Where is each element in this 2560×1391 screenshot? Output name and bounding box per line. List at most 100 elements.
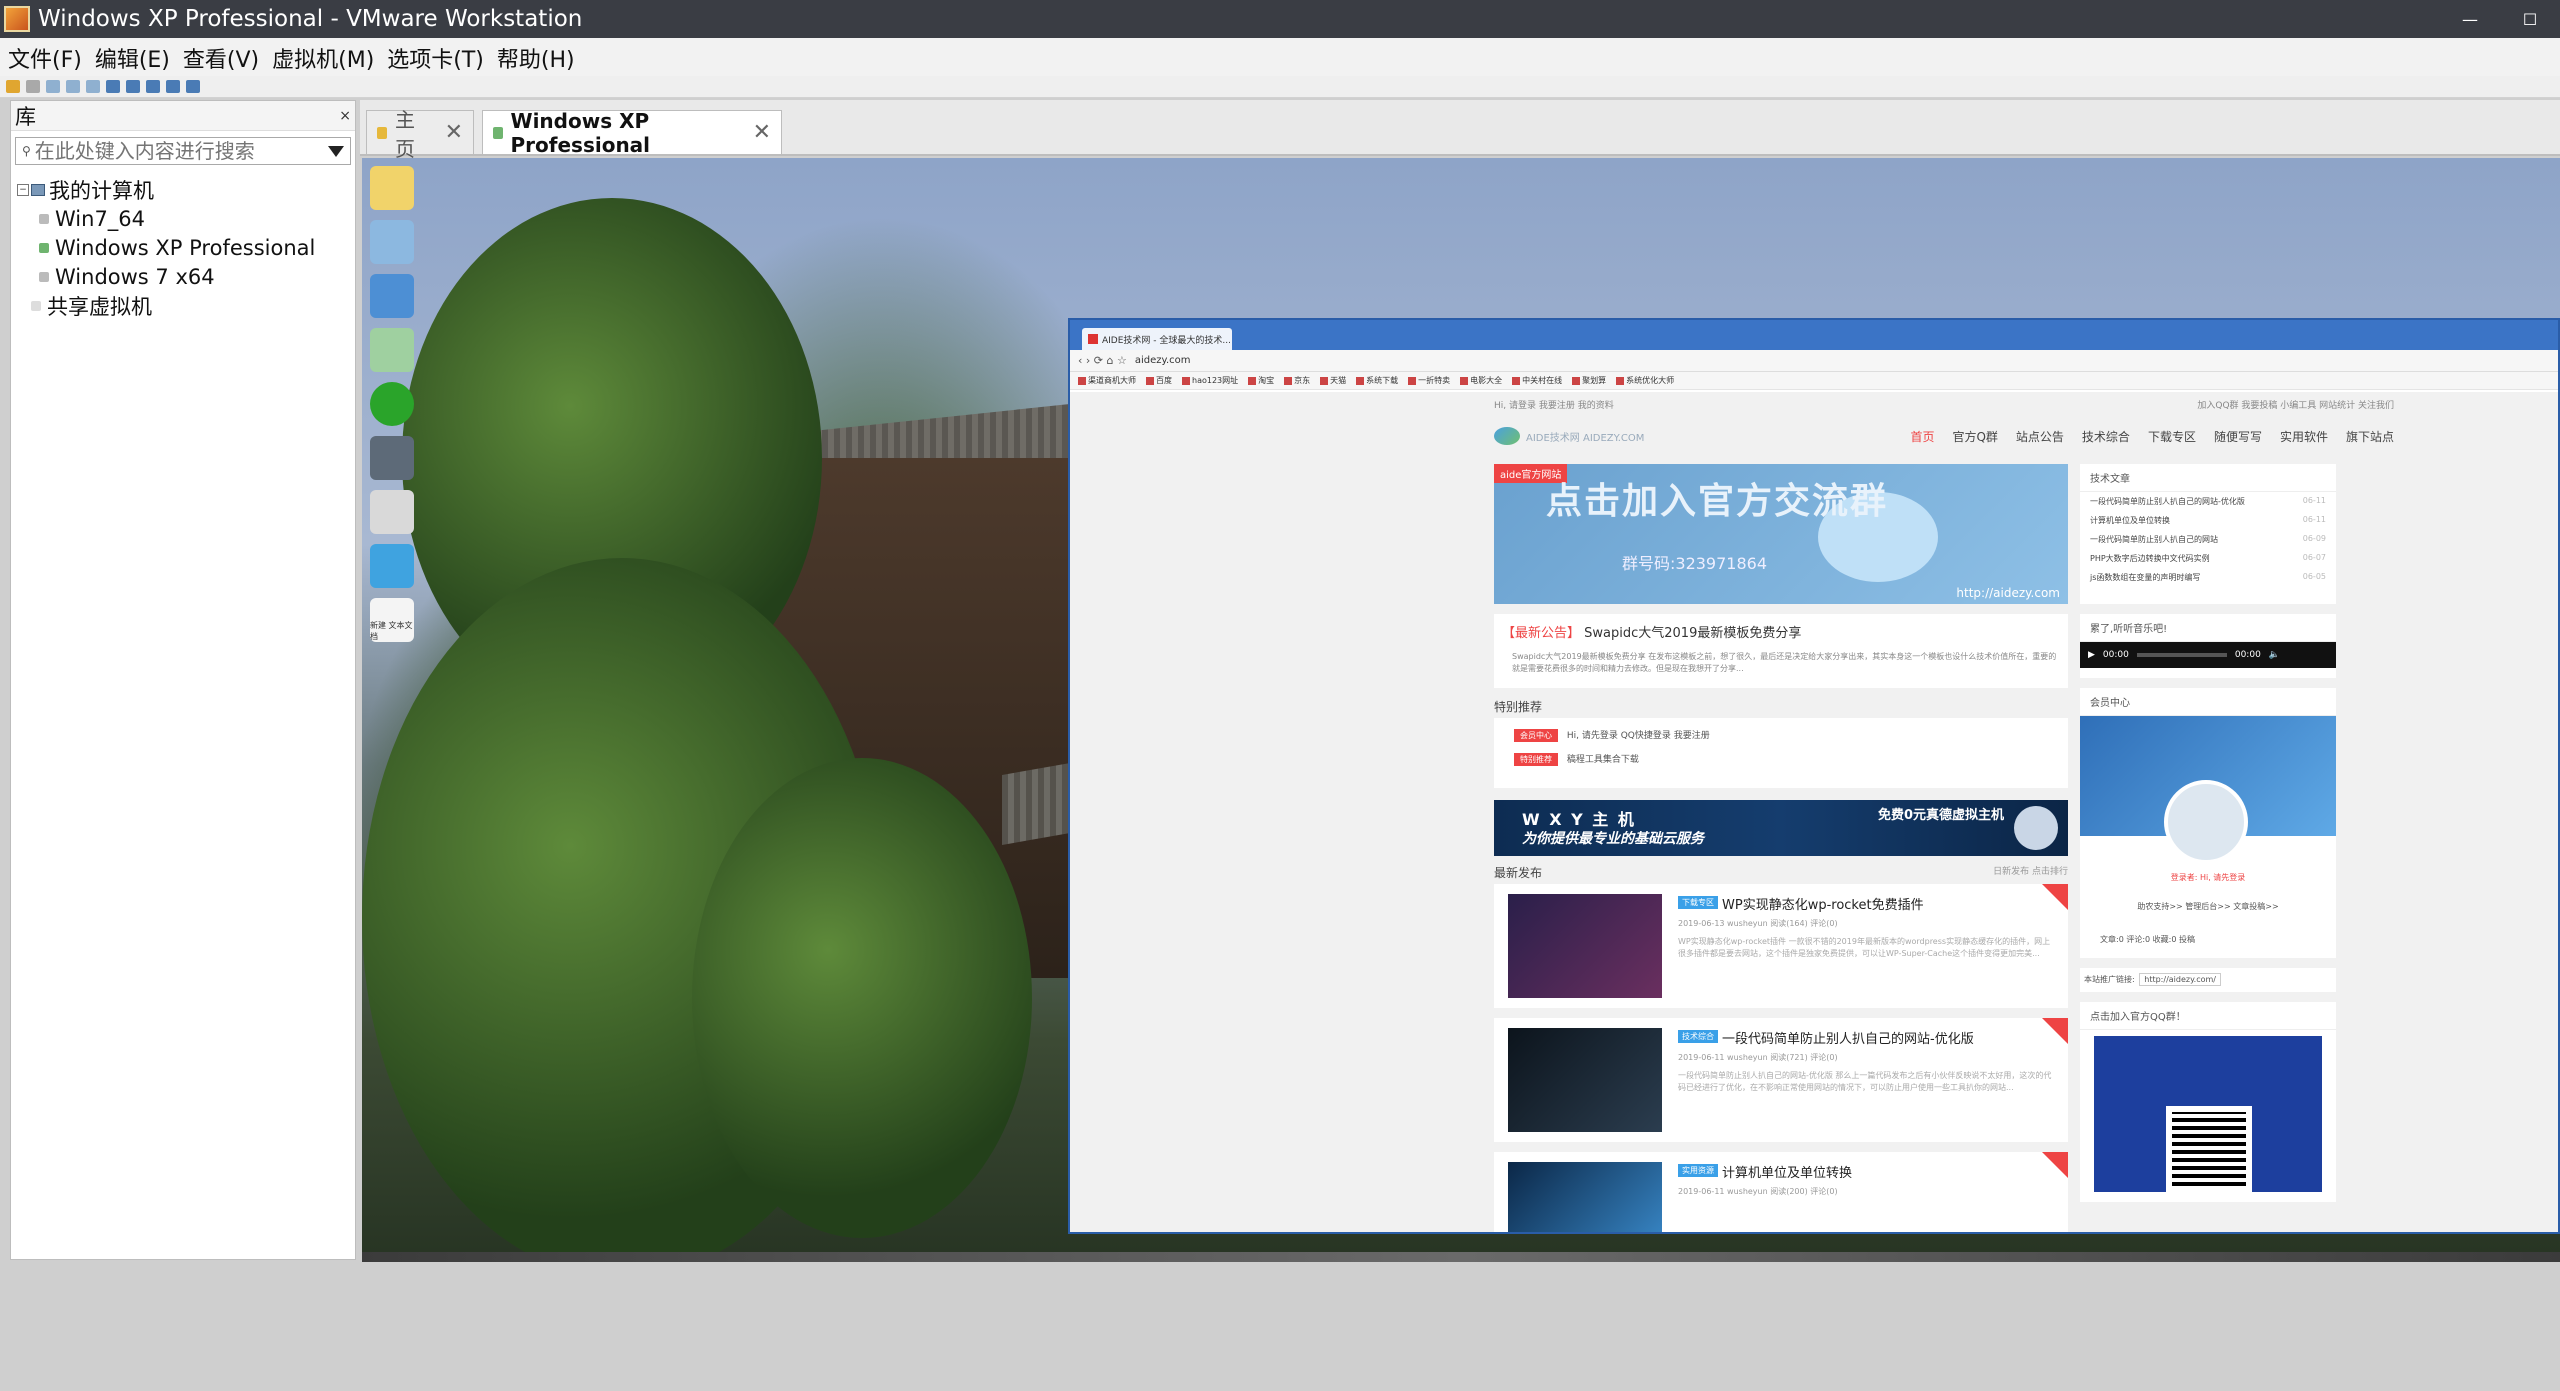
tree-vm-windows-xp[interactable]: Windows XP Professional <box>11 233 355 262</box>
site-nav-item[interactable]: 首页 <box>1910 428 1934 445</box>
text-document-icon[interactable]: 新建 文本文档 <box>370 598 414 642</box>
tool-shortcut-icon[interactable] <box>370 544 414 588</box>
rocket-thumbnail[interactable] <box>1508 894 1662 998</box>
featured-text[interactable]: Hi, 请先登录 QQ快捷登录 我要注册 <box>1567 731 1710 741</box>
member-login-text[interactable]: 登录者: Hi, 请先登录 <box>2080 872 2336 883</box>
minimize-button[interactable]: — <box>2440 0 2500 38</box>
notice-card[interactable]: 【最新公告】 Swapidc大气2019最新模板免费分享 Swapidc大气20… <box>1494 614 2068 688</box>
bookmark-item[interactable]: hao123网址 <box>1182 375 1238 386</box>
snapshot-manager-icon[interactable] <box>86 80 100 93</box>
library-view-icon[interactable] <box>106 80 120 93</box>
bookmark-item[interactable]: 系统优化大师 <box>1616 375 1674 386</box>
tab-home[interactable]: 主页 ✕ <box>366 108 474 161</box>
library-close-button[interactable]: × <box>339 108 351 124</box>
site-nav-item[interactable]: 官方Q群 <box>1952 428 1997 445</box>
site-logo-icon[interactable] <box>1494 427 1520 445</box>
tech-article-item[interactable]: js函数数组在变量的声明时编写 06-05 <box>2080 568 2336 587</box>
tech-article-title[interactable]: PHP大数字后边转换中文代码实例 <box>2090 553 2210 564</box>
site-nav-item[interactable]: 下载专区 <box>2148 428 2196 445</box>
app-shortcut-icon[interactable] <box>370 436 414 480</box>
menu-edit[interactable]: 编辑(E) <box>95 42 170 74</box>
tech-article-title[interactable]: 一段代码简单防止别人扒自己的网站 <box>2090 534 2218 545</box>
post-title[interactable]: 一段代码简单防止别人扒自己的网站-优化版 <box>1722 1028 1974 1047</box>
tech-article-item[interactable]: 计算机单位及单位转换 06-11 <box>2080 511 2336 530</box>
tech-article-title[interactable]: 计算机单位及单位转换 <box>2090 515 2170 526</box>
menu-view[interactable]: 查看(V) <box>183 42 259 74</box>
site-nav-item[interactable]: 技术综合 <box>2082 428 2130 445</box>
tree-shared-vms[interactable]: 共享虚拟机 <box>11 291 355 320</box>
fullscreen-icon[interactable] <box>146 80 160 93</box>
volume-icon[interactable]: 🔈 <box>2269 650 2280 660</box>
site-nav-item[interactable]: 旗下站点 <box>2346 428 2394 445</box>
bookmark-item[interactable]: 系统下载 <box>1356 375 1398 386</box>
site-login-links[interactable]: Hi, 请登录 我要注册 我的资料 <box>1494 398 1614 411</box>
nav-buttons-icon[interactable]: ‹ › ⟳ ⌂ ☆ <box>1078 354 1127 367</box>
bookmark-item[interactable]: 一折特卖 <box>1408 375 1450 386</box>
tech-article-title[interactable]: js函数数组在变量的声明时编写 <box>2090 572 2200 583</box>
post-title[interactable]: 计算机单位及单位转换 <box>1722 1162 1852 1181</box>
bookmark-item[interactable]: 天猫 <box>1320 375 1346 386</box>
ad-banner[interactable]: W X Y 主 机 为你提供最专业的基础云服务 免费0元真德虚拟主机 <box>1494 800 2068 856</box>
tab-windows-xp[interactable]: Windows XP Professional ✕ <box>482 109 782 157</box>
recycle-bin-icon[interactable] <box>370 328 414 372</box>
tech-article-item[interactable]: 一段代码简单防止别人扒自己的网站-优化版 06-11 <box>2080 492 2336 511</box>
site-nav-item[interactable]: 站点公告 <box>2016 428 2064 445</box>
library-search[interactable]: ⚲ <box>15 137 351 165</box>
browser-icon[interactable] <box>370 382 414 426</box>
chevron-down-icon[interactable] <box>328 146 344 157</box>
globe-thumbnail[interactable] <box>1508 1162 1662 1232</box>
bookmark-item[interactable]: 淘宝 <box>1248 375 1274 386</box>
bookmark-item[interactable]: 京东 <box>1284 375 1310 386</box>
send-keys-icon[interactable] <box>26 80 40 93</box>
featured-text[interactable]: 稿程工具集合下载 <box>1567 755 1639 765</box>
library-search-input[interactable] <box>34 139 315 163</box>
maximize-button[interactable]: ☐ <box>2500 0 2560 38</box>
site-logo-text[interactable]: AIDE技术网 AIDEZY.COM <box>1526 429 1644 444</box>
hacker-thumbnail[interactable] <box>1508 1028 1662 1132</box>
browser-tab[interactable]: AIDE技术网 - 全球最大的技术... <box>1082 328 1232 350</box>
bookmark-item[interactable]: 百度 <box>1146 375 1172 386</box>
featured-row[interactable]: 特别推荐 稿程工具集合下载 <box>1514 752 2048 766</box>
thumbnail-view-icon[interactable] <box>126 80 140 93</box>
audio-player[interactable]: ▶ 00:00 00:00 🔈 <box>2080 642 2336 668</box>
post-item[interactable]: 下载专区 WP实现静态化wp-rocket免费插件 2019-06-13 wus… <box>1494 884 2068 1008</box>
play-icon[interactable]: ▶ <box>2088 650 2095 660</box>
guest-browser-window[interactable]: AIDE技术网 - 全球最大的技术... ‹ › ⟳ ⌂ ☆ aidezy.co… <box>1068 318 2560 1234</box>
my-documents-icon[interactable] <box>370 166 414 210</box>
bookmark-item[interactable]: 渠道商机大师 <box>1078 375 1136 386</box>
tech-article-item[interactable]: PHP大数字后边转换中文代码实例 06-07 <box>2080 549 2336 568</box>
tree-vm-windows7-x64[interactable]: Windows 7 x64 <box>11 262 355 291</box>
bookmark-item[interactable]: 聚划算 <box>1572 375 1606 386</box>
site-nav-item[interactable]: 随便写写 <box>2214 428 2262 445</box>
console-view-icon[interactable] <box>186 80 200 93</box>
promo-url-field[interactable]: http://aidezy.com/ <box>2139 973 2221 986</box>
bookmark-item[interactable]: 中关村在线 <box>1512 375 1562 386</box>
tree-my-computer[interactable]: − 我的计算机 <box>11 175 355 204</box>
post-title[interactable]: WP实现静态化wp-rocket免费插件 <box>1722 894 1924 913</box>
progress-bar[interactable] <box>2136 653 2227 657</box>
site-banner[interactable]: aide官方网站 点击加入官方交流群 群号码:323971864 http://… <box>1494 464 2068 604</box>
snapshot-icon[interactable] <box>46 80 60 93</box>
featured-row[interactable]: 会员中心 Hi, 请先登录 QQ快捷登录 我要注册 <box>1514 728 2048 742</box>
my-computer-icon[interactable] <box>370 220 414 264</box>
revert-snapshot-icon[interactable] <box>66 80 80 93</box>
tech-article-item[interactable]: 一段代码简单防止别人扒自己的网站 06-09 <box>2080 530 2336 549</box>
menu-file[interactable]: 文件(F) <box>8 42 82 74</box>
settings-shortcut-icon[interactable] <box>370 490 414 534</box>
collapse-icon[interactable]: − <box>17 183 29 196</box>
network-icon[interactable] <box>370 274 414 318</box>
menu-vm[interactable]: 虚拟机(M) <box>272 42 374 74</box>
avatar[interactable] <box>2164 780 2248 864</box>
tech-article-title[interactable]: 一段代码简单防止别人扒自己的网站-优化版 <box>2090 496 2245 507</box>
close-icon[interactable]: ✕ <box>445 120 463 145</box>
site-top-links[interactable]: 加入QQ群 我要投稿 小编工具 网站统计 关注我们 <box>2197 398 2394 411</box>
url-text[interactable]: aidezy.com <box>1135 355 1191 366</box>
site-nav-item[interactable]: 实用软件 <box>2280 428 2328 445</box>
notice-title[interactable]: Swapidc大气2019最新模板免费分享 <box>1584 626 1801 641</box>
post-item[interactable]: 实用资源 计算机单位及单位转换 2019-06-11 wusheyun 阅读(2… <box>1494 1152 2068 1232</box>
address-bar[interactable]: ‹ › ⟳ ⌂ ☆ aidezy.com <box>1070 350 2558 372</box>
close-icon[interactable]: ✕ <box>753 120 771 145</box>
unity-icon[interactable] <box>166 80 180 93</box>
menu-tabs[interactable]: 选项卡(T) <box>387 42 484 74</box>
tree-vm-win7-64[interactable]: Win7_64 <box>11 204 355 233</box>
